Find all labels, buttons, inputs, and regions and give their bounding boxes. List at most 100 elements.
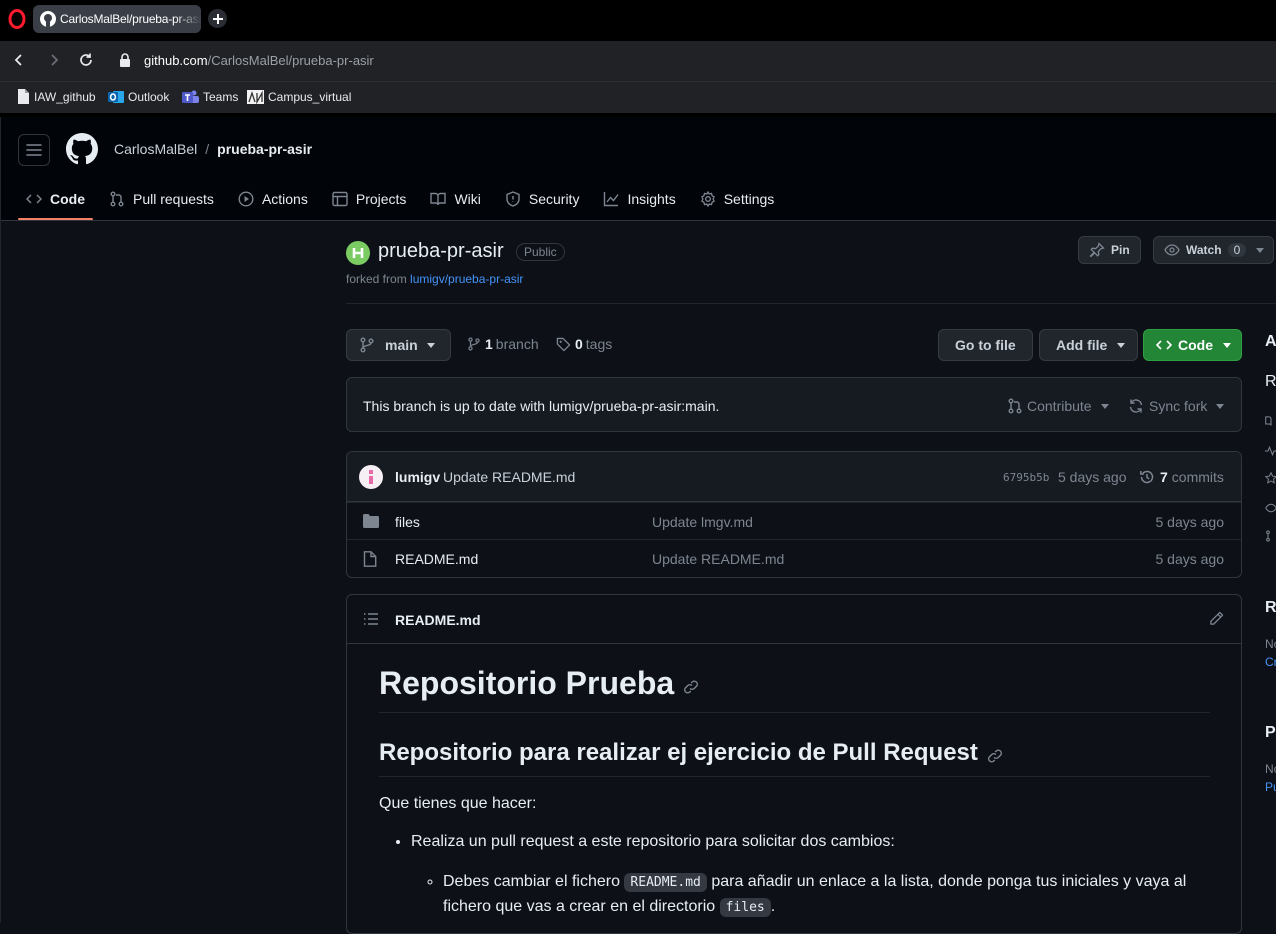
file-name[interactable]: files (395, 514, 420, 530)
avatar[interactable] (359, 465, 383, 489)
file-name[interactable]: README.md (395, 551, 478, 567)
pencil-icon[interactable] (1209, 611, 1224, 626)
github-page: CarlosMalBel / prueba-pr-asir Code Pull … (0, 117, 1276, 934)
shield-icon (505, 191, 521, 207)
table-row[interactable]: files Update lmgv.md 5 days ago (347, 502, 1241, 539)
hamburger-icon (26, 144, 42, 156)
contribute-button[interactable]: Contribute (1007, 398, 1109, 414)
url-field[interactable]: github.com/CarlosMalBel/prueba-pr-asir (144, 53, 374, 68)
branch-selector[interactable]: main (346, 329, 451, 361)
commits-link[interactable]: 7 commits (1139, 469, 1224, 485)
watch-count: 0 (1227, 243, 1247, 257)
breadcrumb-owner[interactable]: CarlosMalBel (114, 141, 197, 157)
browser-tab-active[interactable]: CarlosMalBel/prueba-pr-asir (33, 5, 201, 33)
page-icon (17, 89, 30, 104)
list-item-text: Realiza un pull request a este repositor… (411, 833, 895, 850)
packages-heading: Pa (1265, 724, 1276, 741)
github-logo-icon[interactable] (66, 133, 98, 165)
anchor-link-icon[interactable] (683, 679, 699, 695)
anchor-link-icon[interactable] (987, 748, 1003, 764)
repo-nav-tabs: Code Pull requests Actions Projects Wiki… (18, 181, 790, 221)
bookmark-iaw-github[interactable]: IAW_github (17, 89, 96, 104)
eye-icon (1164, 242, 1180, 258)
readme-list: Realiza un pull request a este repositor… (379, 830, 1210, 920)
new-tab-button[interactable] (208, 9, 227, 28)
releases-text: No (1265, 637, 1276, 651)
table-row[interactable]: README.md Update README.md 5 days ago (347, 539, 1241, 576)
breadcrumb-repo[interactable]: prueba-pr-asir (217, 141, 312, 157)
about-description: Re (1265, 373, 1276, 390)
campus-icon (247, 89, 264, 105)
bookmark-campus-virtual[interactable]: Campus_virtual (247, 89, 351, 105)
tags-link[interactable]: 0 tags (556, 336, 612, 352)
releases-link[interactable]: Cr (1265, 655, 1276, 669)
readme-content: Repositorio Prueba Repositorio para real… (379, 665, 1210, 920)
readme-icon[interactable] (1265, 413, 1276, 429)
packages-link[interactable]: Pu (1265, 780, 1276, 794)
tab-settings[interactable]: Settings (692, 181, 783, 217)
pin-label: Pin (1111, 243, 1130, 257)
branch-status-message: This branch is up to date with lumigv/pr… (363, 398, 720, 414)
list-item: Debes cambiar el fichero README.md para … (443, 870, 1210, 920)
tab-label: Pull requests (133, 191, 214, 207)
tab-pull-requests[interactable]: Pull requests (101, 181, 222, 217)
tab-projects[interactable]: Projects (324, 181, 415, 217)
commit-sha[interactable]: 6795b5b (1003, 471, 1049, 484)
readme-sublist: Debes cambiar el fichero README.md para … (411, 870, 1210, 920)
menu-button[interactable] (18, 134, 50, 166)
breadcrumb-separator: / (205, 141, 210, 157)
browser-tabstrip: CarlosMalBel/prueba-pr-asir (0, 0, 1276, 41)
file-browser: lumigv Update README.md 6795b5b 5 days a… (346, 451, 1242, 578)
latest-commit-row: lumigv Update README.md 6795b5b 5 days a… (347, 452, 1241, 502)
pin-button[interactable]: Pin (1078, 236, 1141, 264)
readme-title[interactable]: README.md (395, 612, 481, 628)
contribute-label: Contribute (1027, 398, 1092, 414)
tab-wiki[interactable]: Wiki (422, 181, 488, 217)
repo-title[interactable]: prueba-pr-asir (378, 240, 504, 263)
avatar[interactable] (346, 241, 370, 265)
back-arrow-icon[interactable] (12, 52, 26, 68)
list-icon[interactable] (363, 612, 379, 626)
lock-icon[interactable] (119, 53, 131, 68)
fork-icon[interactable] (1265, 528, 1276, 544)
star-icon[interactable] (1265, 470, 1276, 486)
tag-word: tags (585, 336, 613, 352)
tab-actions[interactable]: Actions (230, 181, 316, 217)
add-file-label: Add file (1056, 337, 1108, 353)
code-button[interactable]: Code (1143, 329, 1242, 361)
opera-logo-icon[interactable] (8, 9, 26, 29)
go-to-file-button[interactable]: Go to file (938, 329, 1033, 361)
breadcrumb: CarlosMalBel / prueba-pr-asir (114, 141, 312, 157)
watch-button[interactable]: Watch 0 (1153, 236, 1274, 264)
commit-message[interactable]: Update README.md (443, 469, 575, 485)
activity-icon[interactable] (1265, 443, 1276, 459)
readme-header: README.md (347, 595, 1241, 644)
packages-text: No (1265, 762, 1276, 776)
inline-code: files (719, 898, 771, 917)
forked-prefix: forked from (346, 272, 411, 286)
file-commit-message[interactable]: Update README.md (652, 551, 784, 567)
sync-fork-button[interactable]: Sync fork (1128, 398, 1225, 414)
tab-insights[interactable]: Insights (595, 181, 683, 217)
play-icon (238, 191, 254, 207)
reload-icon[interactable] (79, 52, 94, 68)
tab-code[interactable]: Code (18, 181, 93, 220)
watch-label: Watch (1186, 243, 1222, 257)
forward-arrow-icon[interactable] (47, 52, 61, 68)
sync-icon (1128, 398, 1144, 414)
file-commit-message[interactable]: Update lmgv.md (652, 514, 753, 530)
readme-panel: README.md Repositorio Prueba Repositorio… (346, 594, 1242, 934)
tab-security[interactable]: Security (497, 181, 588, 217)
add-file-button[interactable]: Add file (1039, 329, 1139, 361)
branches-link[interactable]: 1 branch (467, 336, 539, 352)
forked-from-link[interactable]: lumigv/prueba-pr-asir (410, 272, 523, 286)
code-icon (1156, 337, 1172, 353)
commit-author[interactable]: lumigv (395, 469, 440, 485)
eye-icon[interactable] (1265, 500, 1276, 516)
bookmark-label: Campus_virtual (268, 90, 352, 104)
bookmark-label: Outlook (128, 90, 170, 104)
commit-count: 7 (1160, 469, 1168, 485)
bookmark-teams[interactable]: Teams (182, 89, 238, 105)
bookmark-outlook[interactable]: Outlook (108, 89, 169, 105)
tag-count: 0 (575, 336, 583, 352)
